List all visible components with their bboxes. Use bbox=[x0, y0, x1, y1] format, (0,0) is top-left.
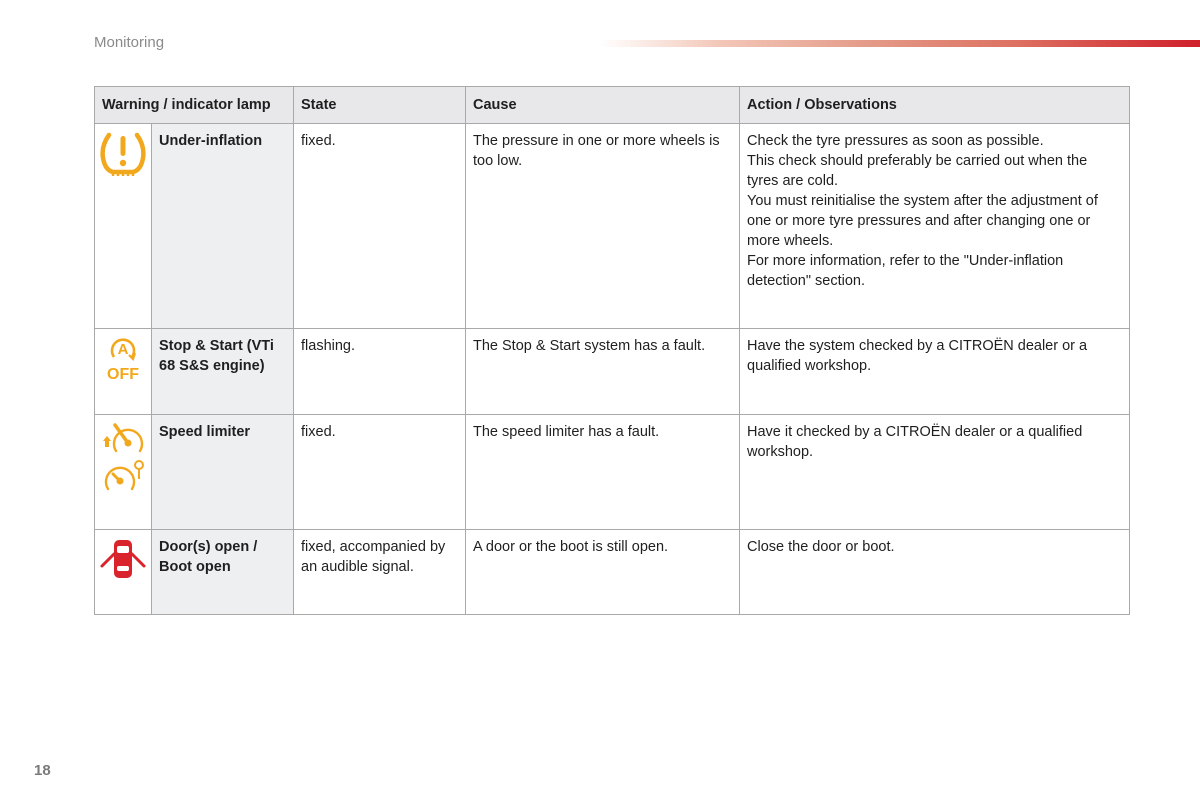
lamp-cause: The speed limiter has a fault. bbox=[465, 414, 740, 530]
table-row: Door(s) open / Boot open fixed, accompan… bbox=[94, 529, 1130, 615]
door-open-icon bbox=[99, 536, 147, 582]
lamp-state: fixed. bbox=[293, 123, 466, 329]
table-header-row: Warning / indicator lamp State Cause Act… bbox=[94, 86, 1130, 124]
table-row: Speed limiter fixed. The speed limiter h… bbox=[94, 414, 1130, 530]
header-accent-bar bbox=[600, 40, 1200, 47]
svg-text:OFF: OFF bbox=[107, 366, 139, 383]
table-row: Under-inflation fixed. The pressure in o… bbox=[94, 123, 1130, 329]
lamp-action: Check the tyre pressures as soon as poss… bbox=[739, 123, 1130, 329]
lamp-name: Stop & Start (VTi 68 S&S engine) bbox=[151, 328, 294, 415]
lamp-icon-cell bbox=[94, 414, 152, 530]
tyre-pressure-warning-icon bbox=[99, 130, 147, 178]
lamp-cause: A door or the boot is still open. bbox=[465, 529, 740, 615]
lamp-cause: The pressure in one or more wheels is to… bbox=[465, 123, 740, 329]
stop-start-off-icon: A OFF bbox=[99, 335, 147, 383]
lamp-state: fixed, accompanied by an audible signal. bbox=[293, 529, 466, 615]
action-line: This check should preferably be carried … bbox=[747, 153, 1088, 189]
header-action: Action / Observations bbox=[739, 86, 1130, 124]
lamp-cause: The Stop & Start system has a fault. bbox=[465, 328, 740, 415]
speed-limiter-fault-icon bbox=[99, 421, 147, 457]
header-cause: Cause bbox=[465, 86, 740, 124]
lamp-name: Under-inflation bbox=[151, 123, 294, 329]
lamp-name: Door(s) open / Boot open bbox=[151, 529, 294, 615]
page-number: 18 bbox=[34, 762, 51, 779]
action-line: For more information, refer to the "Unde… bbox=[747, 253, 1064, 289]
lamp-action: Close the door or boot. bbox=[739, 529, 1130, 615]
lamp-state: flashing. bbox=[293, 328, 466, 415]
warning-lamps-table: Warning / indicator lamp State Cause Act… bbox=[94, 86, 1130, 615]
svg-text:A: A bbox=[118, 341, 129, 358]
lamp-action: Have it checked by a CITROËN dealer or a… bbox=[739, 414, 1130, 530]
action-line: You must reinitialise the system after t… bbox=[747, 193, 1098, 249]
lamp-icon-cell bbox=[94, 529, 152, 615]
action-line: Have it checked by a CITROËN dealer or a… bbox=[747, 424, 1083, 460]
action-line: Close the door or boot. bbox=[747, 539, 895, 555]
action-line: Check the tyre pressures as soon as poss… bbox=[747, 133, 1044, 149]
lamp-icon-cell: A OFF bbox=[94, 328, 152, 415]
header-state: State bbox=[293, 86, 466, 124]
table-row: A OFF Stop & Start (VTi 68 S&S engine) f… bbox=[94, 328, 1130, 415]
lamp-state: fixed. bbox=[293, 414, 466, 530]
lamp-action: Have the system checked by a CITROËN dea… bbox=[739, 328, 1130, 415]
action-line: Have the system checked by a CITROËN dea… bbox=[747, 338, 1088, 374]
section-title: Monitoring bbox=[94, 34, 165, 51]
speed-limiter-icon bbox=[99, 457, 147, 493]
header-lamp: Warning / indicator lamp bbox=[94, 86, 294, 124]
lamp-name: Speed limiter bbox=[151, 414, 294, 530]
lamp-icon-cell bbox=[94, 123, 152, 329]
